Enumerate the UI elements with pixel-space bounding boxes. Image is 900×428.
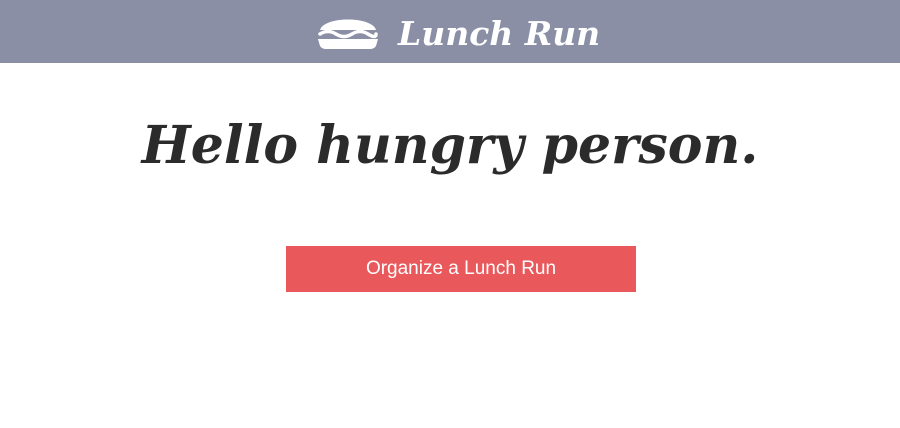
app-title: Lunch Run (398, 13, 601, 53)
brand-link[interactable]: Lunch Run (316, 10, 600, 56)
page-headline: Hello hungry person. (141, 115, 759, 176)
organize-lunch-run-button[interactable]: Organize a Lunch Run (286, 246, 636, 292)
top-bar: Lunch Run (0, 0, 900, 63)
sandwich-icon (318, 19, 378, 49)
